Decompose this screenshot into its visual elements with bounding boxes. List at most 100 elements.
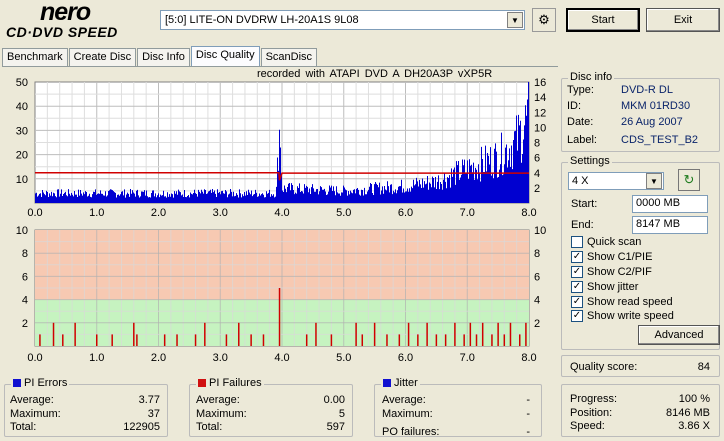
po-failures-value: - (526, 426, 530, 438)
y-right-tick-label: 8 (534, 248, 540, 260)
y-right-tick-label: 10 (534, 122, 546, 134)
show-read-speed-checkbox[interactable]: ✓ Show read speed (571, 296, 673, 308)
position-value: 8146 MB (665, 407, 710, 419)
tab-scandisc[interactable]: ScanDisc (260, 48, 318, 66)
po-failures-label: PO failures: (382, 426, 440, 438)
disc-date-label: Date: (567, 116, 594, 128)
disc-info-title: Disc info (568, 71, 615, 83)
x-tick-label: 3.0 (213, 207, 228, 219)
jitter-legend-swatch (383, 379, 391, 387)
tab-bar: Benchmark Create Disc Disc Info Disc Qua… (2, 46, 318, 66)
disc-type-value: DVD-R DL (621, 84, 673, 96)
y-left-tick-label: 6 (22, 271, 28, 283)
y-left-tick-label: 10 (16, 174, 28, 186)
show-write-speed-label: Show write speed (587, 310, 674, 322)
pi-errors-title: PI Errors (11, 377, 70, 389)
tab-disc-info[interactable]: Disc Info (137, 48, 190, 66)
checkbox-box[interactable]: ✓ (571, 310, 583, 322)
chevron-down-icon[interactable]: ▼ (507, 12, 523, 28)
nero-logo: nero CD·DVD SPEED (4, 0, 150, 42)
y-right-tick-label: 4 (534, 168, 540, 180)
y-right-tick-label: 6 (534, 271, 540, 283)
drive-select-value: [5:0] LITE-ON DVDRW LH-20A1S 9L08 (165, 14, 359, 26)
y-left-tick-label: 8 (22, 248, 28, 260)
disc-id-label: ID: (567, 100, 582, 112)
disc-type-label: Type: (567, 84, 594, 96)
show-c2-pif-checkbox[interactable]: ✓ Show C2/PIF (571, 266, 652, 278)
pi-failures-title-text: PI Failures (209, 377, 262, 389)
checkbox-box[interactable] (571, 236, 583, 248)
chevron-down-icon[interactable]: ▼ (646, 173, 662, 189)
show-write-speed-checkbox[interactable]: ✓ Show write speed (571, 310, 674, 322)
jitter-maximum-label: Maximum: (382, 408, 433, 420)
progress-label: Progress: (570, 393, 618, 405)
show-c1-pie-checkbox[interactable]: ✓ Show C1/PIE (571, 251, 652, 263)
jitter-average-label: Average: (382, 394, 426, 406)
x-tick-label: 4.0 (274, 207, 289, 219)
pi-errors-maximum-value: 37 (147, 408, 160, 420)
x-tick-label: 2.0 (151, 207, 166, 219)
x-tick-label: 1.0 (89, 207, 104, 219)
x-tick-label: 2.0 (151, 352, 166, 364)
x-tick-label: 3.0 (213, 352, 228, 364)
end-label: End: (571, 219, 594, 231)
checkbox-box[interactable]: ✓ (571, 281, 583, 293)
quality-score-label: Quality score: (570, 361, 638, 373)
checkbox-box[interactable]: ✓ (571, 296, 583, 308)
x-tick-label: 5.0 (336, 352, 351, 364)
position-label: Position: (570, 407, 613, 419)
x-tick-label: 7.0 (460, 352, 475, 364)
y-left-tick-label: 10 (16, 225, 28, 237)
pi-failures-maximum-value: 5 (338, 408, 345, 420)
pi-failures-maximum-label: Maximum: (196, 408, 247, 420)
tab-panel-border (2, 66, 558, 67)
tab-benchmark[interactable]: Benchmark (2, 48, 68, 66)
disc-label-label: Label: (567, 134, 597, 146)
quality-score-value: 84 (697, 361, 710, 373)
x-tick-label: 0.0 (27, 352, 42, 364)
show-read-speed-label: Show read speed (587, 296, 673, 308)
jitter-average-value: - (526, 394, 530, 406)
eject-icon[interactable]: ⚙ (532, 8, 556, 32)
disc-date-value: 26 Aug 2007 (621, 116, 683, 128)
y-right-tick-label: 8 (534, 138, 540, 150)
y-right-tick-label: 12 (534, 107, 546, 119)
pi-failures-average-label: Average: (196, 394, 240, 406)
pi-errors-total-label: Total: (10, 421, 37, 433)
y-right-tick-label: 4 (534, 295, 540, 307)
quick-scan-label: Quick scan (587, 236, 642, 248)
tab-disc-quality[interactable]: Disc Quality (190, 46, 260, 66)
y-left-tick-label: 30 (16, 125, 28, 137)
pi-errors-chart-svg: 10 20 30 40 50 2 4 6 8 10 12 14 16 0.0 1.0 2.0 3.0 4.0 5.0… (16, 77, 547, 219)
jitter-title: Jitter (381, 377, 420, 389)
checkbox-box[interactable]: ✓ (571, 251, 583, 263)
x-tick-label: 1.0 (89, 352, 104, 364)
checkbox-box[interactable]: ✓ (571, 266, 583, 278)
pi-failures-chart-svg: 2 4 6 8 10 2 4 6 8 10 0.0 1.0 2.0 3.0 4.0 5.0 6.0 7.0 8.0 (16, 225, 547, 364)
jitter-maximum-value: - (526, 408, 530, 420)
refresh-icon[interactable]: ↻ (678, 169, 700, 191)
x-tick-label: 0.0 (27, 207, 42, 219)
y-right-tick-label: 16 (534, 77, 546, 89)
speed-select[interactable]: 4 X ▼ (568, 172, 664, 190)
exit-button[interactable]: Exit (646, 8, 720, 32)
x-tick-label: 6.0 (398, 352, 413, 364)
start-field[interactable]: 0000 MB (632, 195, 708, 213)
drive-select[interactable]: [5:0] LITE-ON DVDRW LH-20A1S 9L08 ▼ (160, 10, 525, 30)
pi-errors-total-value: 122905 (123, 421, 160, 433)
advanced-button[interactable]: Advanced (638, 325, 720, 345)
y-right-tick-label: 2 (534, 183, 540, 195)
y-right-tick-label: 10 (534, 225, 546, 237)
pi-failures-legend-swatch (198, 379, 206, 387)
start-label: Start: (571, 198, 598, 210)
end-field[interactable]: 8147 MB (632, 216, 708, 234)
show-jitter-checkbox[interactable]: ✓ Show jitter (571, 281, 638, 293)
pi-failures-chart: 2 4 6 8 10 2 4 6 8 10 0.0 1.0 2.0 3.0 4.0 5.0 6.0 7.0 8.0 (0, 222, 556, 370)
start-button[interactable]: Start (566, 8, 640, 32)
pi-errors-maximum-label: Maximum: (10, 408, 61, 420)
tab-create-disc[interactable]: Create Disc (68, 48, 137, 66)
y-right-tick-label: 14 (534, 92, 546, 104)
speed-select-value: 4 X (572, 175, 589, 187)
quick-scan-checkbox[interactable]: Quick scan (571, 236, 641, 248)
y-right-tick-label: 6 (534, 153, 540, 165)
